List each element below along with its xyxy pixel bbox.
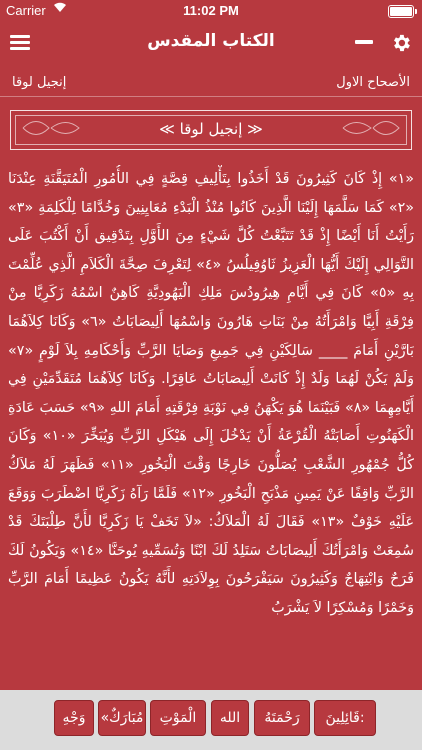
verse-text[interactable]: إِذْ كَانَ كَثِيرُونَ قَدْ أَخَذُوا بِتَ… — [8, 171, 382, 187]
banner-book-title: إنجيل لوقا — [179, 120, 243, 138]
word-chip[interactable]: وَجْهِ — [54, 700, 94, 736]
verse-number: «٩» — [79, 399, 105, 416]
verse-number: «١٣» — [311, 514, 345, 531]
banner-ornament-right: ≫ — [247, 120, 263, 138]
chapter-name[interactable]: الأصحاح الاول — [336, 75, 410, 90]
verse-text[interactable]: فَبَيْنَمَا هُوَ يَكْهَنُ فِي نَوْبَةِ ف… — [110, 400, 341, 416]
verse-number: «٢» — [388, 199, 414, 216]
verse-number: «١٢» — [181, 485, 215, 502]
word-chip[interactable]: رَحْمَتَهُ — [254, 700, 310, 736]
book-name[interactable]: إنجيل لوقا — [12, 75, 66, 90]
verse-number: «١١» — [100, 456, 134, 473]
verse-number: «٤» — [196, 256, 222, 273]
word-chip[interactable]: الْمَوْتِ — [150, 700, 206, 736]
verse-number: «٨» — [344, 399, 371, 416]
verse-number: «١٠» — [42, 428, 76, 445]
gear-icon[interactable] — [390, 32, 412, 54]
banner-title: ≪ إنجيل لوقا ≫ — [11, 120, 411, 138]
word-chips-bar: قَائِلِينَ: رَحْمَتَهُ الله الْمَوْتِ «م… — [0, 690, 422, 750]
status-bar: Carrier 11:02 PM — [0, 0, 422, 22]
verse-number: «١٤» — [70, 542, 104, 559]
verse-text[interactable]: كَمَا سَلَّمَهَا إِلَيْنَا الَّذِينَ كَا… — [38, 200, 384, 216]
clock: 11:02 PM — [183, 3, 239, 18]
book-title-banner: ≪ إنجيل لوقا ≫ — [10, 110, 412, 150]
banner-ornament-left: ≪ — [159, 120, 175, 138]
scripture-text: «١» إِذْ كَانَ كَثِيرُونَ قَدْ أَخَذُوا … — [8, 165, 414, 685]
verse-number: «١» — [388, 171, 414, 187]
verse-number: «٧» — [8, 342, 34, 359]
word-chip[interactable]: قَائِلِينَ: — [314, 700, 376, 736]
word-chip[interactable]: «مُبَارَكٌ — [98, 700, 146, 736]
verse-number: «٣» — [8, 199, 34, 216]
word-chip[interactable]: الله — [211, 700, 249, 736]
verse-number: «٦» — [81, 313, 107, 330]
zoom-out-icon[interactable] — [355, 40, 373, 44]
battery-icon — [388, 5, 417, 18]
chapter-header: إنجيل لوقا الأصحاح الاول — [0, 68, 422, 97]
verse-number: «٥» — [370, 285, 396, 302]
navigation-bar: الكتاب المقدس — [0, 24, 422, 64]
